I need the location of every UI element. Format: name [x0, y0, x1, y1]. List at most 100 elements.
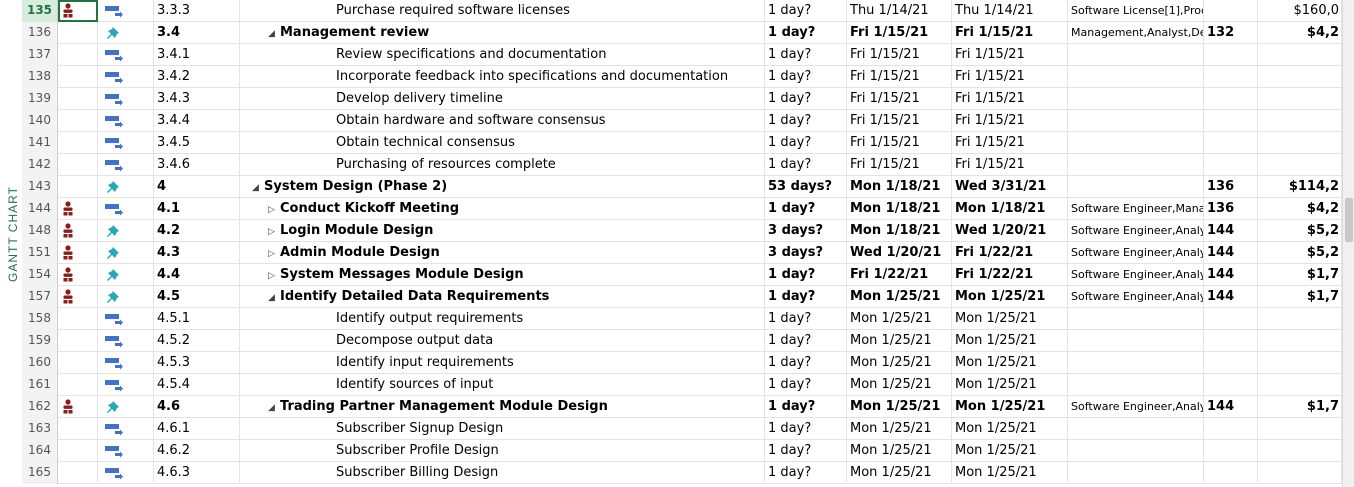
- cost-cell[interactable]: [1258, 440, 1342, 462]
- task-name-cell[interactable]: ◢ System Design (Phase 2): [240, 176, 765, 198]
- resource-names-cell[interactable]: Management,Analyst,De: [1068, 22, 1204, 44]
- task-mode-cell[interactable]: [98, 396, 154, 418]
- finish-date-cell[interactable]: Fri 1/15/21: [952, 66, 1068, 88]
- task-mode-cell[interactable]: [98, 286, 154, 308]
- resource-names-cell[interactable]: [1068, 44, 1204, 66]
- indicators-cell[interactable]: [58, 220, 98, 242]
- collapse-toggle-icon[interactable]: ◢: [252, 178, 264, 198]
- task-row[interactable]: 161 4.5.4 Identify sources of input 1 day? M…: [22, 374, 1342, 396]
- resource-names-cell[interactable]: [1068, 418, 1204, 440]
- resource-names-cell[interactable]: [1068, 154, 1204, 176]
- task-name-cell[interactable]: Develop delivery timeline: [240, 88, 765, 110]
- cost-cell[interactable]: [1258, 374, 1342, 396]
- row-id[interactable]: 148: [22, 220, 58, 242]
- row-id[interactable]: 162: [22, 396, 58, 418]
- finish-date-cell[interactable]: Mon 1/18/21: [952, 198, 1068, 220]
- wbs-cell[interactable]: 4.4: [154, 264, 240, 286]
- predecessors-cell[interactable]: 144: [1204, 242, 1258, 264]
- start-date-cell[interactable]: Mon 1/25/21: [847, 352, 952, 374]
- finish-date-cell[interactable]: Mon 1/25/21: [952, 396, 1068, 418]
- wbs-cell[interactable]: 4.5.4: [154, 374, 240, 396]
- duration-cell[interactable]: 1 day?: [765, 66, 847, 88]
- wbs-cell[interactable]: 4.6: [154, 396, 240, 418]
- resource-names-cell[interactable]: Software Engineer,Analy: [1068, 264, 1204, 286]
- task-mode-cell[interactable]: [98, 462, 154, 484]
- cost-cell[interactable]: $5,2: [1258, 220, 1342, 242]
- indicators-cell[interactable]: [58, 286, 98, 308]
- task-row[interactable]: 140 3.4.4 Obtain hardware and software con…: [22, 110, 1342, 132]
- row-id[interactable]: 165: [22, 462, 58, 484]
- row-id[interactable]: 158: [22, 308, 58, 330]
- predecessors-cell[interactable]: [1204, 44, 1258, 66]
- wbs-cell[interactable]: 4.6.2: [154, 440, 240, 462]
- predecessors-cell[interactable]: 136: [1204, 198, 1258, 220]
- row-id[interactable]: 136: [22, 22, 58, 44]
- task-mode-cell[interactable]: [98, 88, 154, 110]
- wbs-cell[interactable]: 3.4.4: [154, 110, 240, 132]
- resource-names-cell[interactable]: [1068, 308, 1204, 330]
- task-mode-cell[interactable]: [98, 176, 154, 198]
- task-row[interactable]: 141 3.4.5 Obtain technical consensus 1 day?…: [22, 132, 1342, 154]
- indicators-cell[interactable]: [58, 396, 98, 418]
- task-row[interactable]: 143 4 ◢ System Design (Phase 2) 53 days? Mon …: [22, 176, 1342, 198]
- task-name-cell[interactable]: Subscriber Billing Design: [240, 462, 765, 484]
- duration-cell[interactable]: 1 day?: [765, 88, 847, 110]
- wbs-cell[interactable]: 4.2: [154, 220, 240, 242]
- predecessors-cell[interactable]: [1204, 462, 1258, 484]
- task-mode-cell[interactable]: [98, 330, 154, 352]
- task-mode-cell[interactable]: [98, 0, 154, 22]
- task-mode-cell[interactable]: [98, 22, 154, 44]
- task-name-cell[interactable]: Decompose output data: [240, 330, 765, 352]
- start-date-cell[interactable]: Mon 1/25/21: [847, 286, 952, 308]
- resource-names-cell[interactable]: Software License[1],Proc: [1068, 0, 1204, 22]
- duration-cell[interactable]: 1 day?: [765, 286, 847, 308]
- task-row[interactable]: 165 4.6.3 Subscriber Billing Design 1 day? M…: [22, 462, 1342, 484]
- task-name-cell[interactable]: ▷ Conduct Kickoff Meeting: [240, 198, 765, 220]
- task-name-cell[interactable]: ◢ Trading Partner Management Module Desig…: [240, 396, 765, 418]
- start-date-cell[interactable]: Fri 1/15/21: [847, 44, 952, 66]
- duration-cell[interactable]: 1 day?: [765, 352, 847, 374]
- row-id[interactable]: 137: [22, 44, 58, 66]
- indicators-cell[interactable]: [58, 110, 98, 132]
- indicators-cell[interactable]: [58, 352, 98, 374]
- expand-toggle-icon[interactable]: ▷: [268, 200, 280, 220]
- task-row[interactable]: 162 4.6 ◢ Trading Partner Management Module…: [22, 396, 1342, 418]
- predecessors-cell[interactable]: 136: [1204, 176, 1258, 198]
- row-id[interactable]: 142: [22, 154, 58, 176]
- row-id[interactable]: 140: [22, 110, 58, 132]
- cost-cell[interactable]: [1258, 330, 1342, 352]
- row-id[interactable]: 141: [22, 132, 58, 154]
- task-mode-cell[interactable]: [98, 374, 154, 396]
- collapse-toggle-icon[interactable]: ◢: [268, 288, 280, 308]
- task-name-cell[interactable]: Purchase required software licenses: [240, 0, 765, 22]
- cost-cell[interactable]: $4,2: [1258, 198, 1342, 220]
- finish-date-cell[interactable]: Mon 1/25/21: [952, 462, 1068, 484]
- finish-date-cell[interactable]: Fri 1/22/21: [952, 242, 1068, 264]
- resource-names-cell[interactable]: Software Engineer,Analy: [1068, 242, 1204, 264]
- finish-date-cell[interactable]: Fri 1/15/21: [952, 154, 1068, 176]
- resource-names-cell[interactable]: [1068, 176, 1204, 198]
- task-row[interactable]: 158 4.5.1 Identify output requirements 1 da…: [22, 308, 1342, 330]
- cost-cell[interactable]: [1258, 418, 1342, 440]
- duration-cell[interactable]: 1 day?: [765, 264, 847, 286]
- start-date-cell[interactable]: Fri 1/15/21: [847, 132, 952, 154]
- duration-cell[interactable]: 1 day?: [765, 22, 847, 44]
- duration-cell[interactable]: 1 day?: [765, 330, 847, 352]
- start-date-cell[interactable]: Fri 1/15/21: [847, 154, 952, 176]
- duration-cell[interactable]: 53 days?: [765, 176, 847, 198]
- start-date-cell[interactable]: Mon 1/25/21: [847, 374, 952, 396]
- task-name-cell[interactable]: ◢ Identify Detailed Data Requirements: [240, 286, 765, 308]
- start-date-cell[interactable]: Mon 1/25/21: [847, 462, 952, 484]
- predecessors-cell[interactable]: [1204, 154, 1258, 176]
- start-date-cell[interactable]: Thu 1/14/21: [847, 0, 952, 22]
- task-row[interactable]: 159 4.5.2 Decompose output data 1 day? Mon 1…: [22, 330, 1342, 352]
- finish-date-cell[interactable]: Fri 1/15/21: [952, 44, 1068, 66]
- task-row[interactable]: 151 4.3 ▷ Admin Module Design 3 days? Wed 1/2…: [22, 242, 1342, 264]
- duration-cell[interactable]: 3 days?: [765, 220, 847, 242]
- start-date-cell[interactable]: Mon 1/18/21: [847, 220, 952, 242]
- predecessors-cell[interactable]: [1204, 352, 1258, 374]
- wbs-cell[interactable]: 3.4: [154, 22, 240, 44]
- resource-names-cell[interactable]: [1068, 88, 1204, 110]
- predecessors-cell[interactable]: 144: [1204, 220, 1258, 242]
- wbs-cell[interactable]: 4.6.3: [154, 462, 240, 484]
